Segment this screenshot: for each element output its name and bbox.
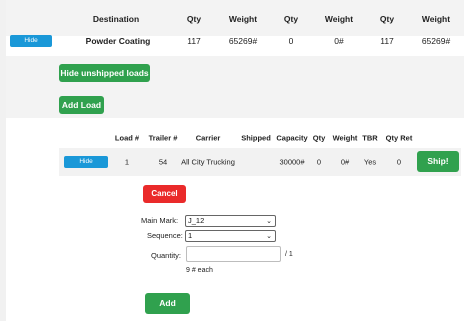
per-each-weight: 9 # each [186,267,213,274]
header-trailer-number: Trailer # [148,133,178,143]
weight-value: 65269# [228,36,258,46]
carrier-name: All City Trucking [181,157,235,167]
weight-value: 0# [340,157,350,167]
loads-table-header: Load # Trailer # Carrier Shipped Capacit… [59,129,461,147]
header-shipped: Shipped [241,133,271,143]
header-load-number: Load # [114,133,140,143]
header-carrier: Carrier [195,133,221,143]
header-tbr: TBR [362,133,378,143]
main-mark-selected-value: J_12 [188,216,205,225]
quantity-total: / 1 [285,251,293,258]
main-mark-select[interactable]: J_12 ⌄ [185,215,276,227]
header-qty: Qty [312,133,326,143]
main-mark-label: Main Mark: [141,216,179,225]
weight-value: 0# [334,36,344,46]
add-button[interactable]: Add [145,293,190,314]
quantity-label: Quantity: [151,251,182,260]
header-capacity: Capacity [276,133,308,143]
destination-table: Destination Qty Weight Qty Weight Qty We… [6,0,464,47]
destination-row: Hide Powder Coating 117 65269# 0 0# 117 … [6,0,464,56]
header-qty-ret: Qty Ret [385,133,413,143]
header-weight: Weight [332,133,358,143]
sequence-selected-value: 1 [188,231,193,240]
load-number: 1 [124,157,130,167]
qty-ret-value: 0 [396,157,402,167]
hide-button[interactable]: Hide [10,35,52,47]
sequence-select[interactable]: 1 ⌄ [185,230,276,242]
weight-value: 65269# [421,36,451,46]
qty-value: 117 [187,36,201,46]
add-load-button[interactable]: Add Load [59,96,104,114]
qty-value: 0 [316,157,322,167]
ship-button[interactable]: Ship! [417,151,459,172]
chevron-down-icon: ⌄ [266,233,272,240]
sequence-label: Sequence: [147,231,183,240]
qty-value: 0 [288,36,294,46]
qty-value: 117 [380,36,394,46]
trailer-number: 54 [158,157,168,167]
chevron-down-icon: ⌄ [266,218,272,225]
cancel-button[interactable]: Cancel [143,185,186,203]
hide-button[interactable]: Hide [64,156,108,168]
hide-unshipped-loads-button[interactable]: Hide unshipped loads [59,64,150,82]
capacity-value: 30000# [279,157,305,167]
destination-name: Powder Coating [85,36,151,46]
quantity-input[interactable] [186,246,281,262]
load-row: Hide 1 54 All City Trucking 30000# 0 0# … [59,148,461,176]
tbr-value: Yes [363,157,377,167]
